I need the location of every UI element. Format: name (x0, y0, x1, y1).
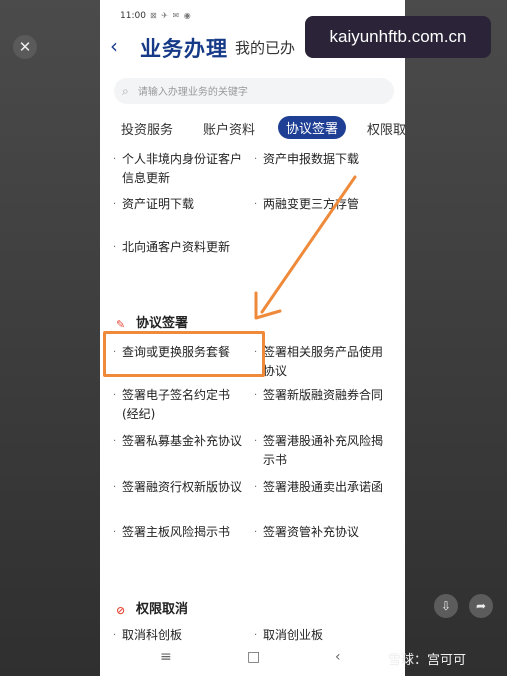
edit-icon: ✎ (116, 317, 126, 331)
section-heading-permission: ⊘ 权限取消 (116, 602, 189, 617)
list-item[interactable]: · 签署资管补充协议 (254, 523, 383, 542)
search-placeholder: 请输入办理业务的关键字 (137, 87, 248, 98)
list-item[interactable]: · 签署主板风险揭示书 (113, 523, 242, 542)
search-icon: ⌕ (122, 84, 129, 98)
list-item[interactable]: · 签署新版融资融券合同 (254, 386, 383, 405)
nav-back-icon[interactable]: ‹ (335, 649, 341, 665)
back-arrow-icon[interactable]: ‹ (110, 34, 118, 58)
status-icons: ⊠ ✈ ✉ ◉ (150, 11, 192, 20)
tab-bar: 投资服务 账户资料 协议签署 权限取 (100, 116, 405, 140)
list-item[interactable]: · 资产证明下载 (113, 195, 242, 214)
search-input[interactable]: ⌕ 请输入办理业务的关键字 (114, 78, 394, 104)
home-icon[interactable]: □ (247, 649, 260, 665)
tab-agreement-signing[interactable]: 协议签署 (278, 116, 347, 139)
list-item[interactable]: · 取消科创板 (113, 626, 242, 645)
list-item[interactable]: · 个人非境内身份证客户信息更新 (113, 150, 242, 188)
tab-investment-services[interactable]: 投资服务 (121, 119, 173, 138)
menu-icon[interactable]: ≡ (160, 649, 172, 665)
highlight-box (103, 331, 265, 377)
section-heading-agreement: ✎ 协议签署 (116, 316, 189, 331)
cancel-icon: ⊘ (116, 603, 126, 617)
list-item[interactable]: · 签署私募基金补充协议 (113, 432, 242, 451)
phone-screen: 11:00 ⊠ ✈ ✉ ◉ ‹ 业务办理 我的已办 ⌕ 请输入办理业务的关键字 … (100, 0, 405, 676)
page-title: 业务办理 (140, 37, 228, 61)
status-time: 11:00 (120, 11, 146, 21)
list-item[interactable]: · 资产申报数据下载 (254, 150, 383, 169)
list-item[interactable]: · 北向通客户资料更新 (113, 238, 242, 257)
watermark: 雪球：宫可可 (388, 653, 467, 668)
system-nav-bar: ≡ □ ‹ (100, 647, 405, 669)
list-item[interactable]: · 签署港股通卖出承诺函 (254, 478, 383, 497)
list-item[interactable]: · 签署电子签名约定书(经纪) (113, 386, 242, 424)
share-icon[interactable]: ➦ (469, 594, 493, 618)
list-item[interactable]: · 取消创业板 (254, 626, 383, 645)
list-item[interactable]: · 签署融资行权新版协议 (113, 478, 242, 497)
list-item[interactable]: · 签署港股通补充风险揭示书 (254, 432, 383, 470)
url-overlay-badge: kaiyunhftb.com.cn (305, 16, 491, 58)
my-completed-link[interactable]: 我的已办 (235, 37, 295, 58)
tab-permission-cancel[interactable]: 权限取 (367, 119, 405, 138)
tab-account-info[interactable]: 账户资料 (203, 119, 255, 138)
close-icon[interactable]: ✕ (13, 35, 37, 59)
list-item[interactable]: · 两融变更三方存管 (254, 195, 383, 214)
list-item[interactable]: · 签署相关服务产品使用协议 (254, 343, 383, 381)
download-icon[interactable]: ⇩ (434, 594, 458, 618)
